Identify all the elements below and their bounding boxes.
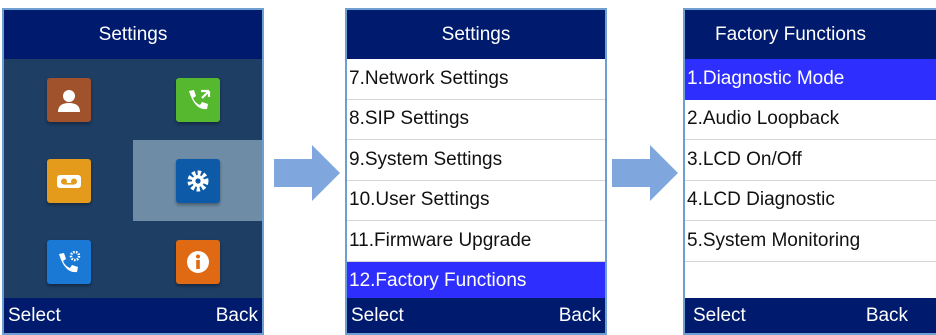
menu-item-empty: [685, 262, 936, 302]
select-softkey[interactable]: Select: [693, 305, 746, 327]
voicemail-icon: [46, 158, 91, 203]
menu-item-sip-settings[interactable]: 8.SIP Settings: [347, 100, 605, 140]
grid-cell-voicemail[interactable]: [4, 140, 133, 221]
menu-item-firmware-upgrade[interactable]: 11.Firmware Upgrade: [347, 221, 605, 262]
factory-functions-list: 1.Diagnostic Mode 2.Audio Loopback 3.LCD…: [685, 59, 936, 302]
settings-menu-list: 7.Network Settings 8.SIP Settings 9.Syst…: [347, 59, 605, 302]
softkey-bar: Select Back: [4, 298, 262, 333]
settings-icon-screen: Settings Select Back: [2, 8, 264, 335]
softkey-bar: Select Back: [347, 298, 605, 333]
settings-gear-icon: [175, 158, 220, 203]
softkey-bar: Select Back: [685, 298, 936, 333]
menu-item-lcd-diagnostic[interactable]: 4.LCD Diagnostic: [685, 181, 936, 221]
menu-item-diagnostic-mode[interactable]: 1.Diagnostic Mode: [685, 59, 936, 100]
right-arrow-icon: [274, 145, 340, 201]
info-icon: [175, 239, 220, 284]
grid-cell-call-settings[interactable]: [4, 221, 133, 302]
settings-menu-screen: Settings 7.Network Settings 8.SIP Settin…: [345, 8, 607, 335]
call-settings-icon: [46, 239, 91, 284]
screen-title: Settings: [347, 10, 605, 59]
back-softkey[interactable]: Back: [559, 305, 601, 327]
app-icon-grid: [4, 59, 262, 298]
menu-item-factory-functions[interactable]: 12.Factory Functions: [347, 261, 605, 302]
right-arrow-icon: [612, 145, 678, 201]
screen-title: Settings: [4, 10, 262, 59]
factory-functions-screen: Factory Functions 1.Diagnostic Mode 2.Au…: [683, 8, 936, 335]
grid-cell-contacts[interactable]: [4, 59, 133, 140]
grid-cell-settings[interactable]: [133, 140, 262, 221]
grid-cell-call-history[interactable]: [133, 59, 262, 140]
menu-item-lcd-on-off[interactable]: 3.LCD On/Off: [685, 140, 936, 181]
screen-title: Factory Functions: [685, 10, 936, 59]
back-softkey[interactable]: Back: [216, 305, 258, 327]
select-softkey[interactable]: Select: [8, 305, 61, 327]
grid-cell-info[interactable]: [133, 221, 262, 302]
menu-item-audio-loopback[interactable]: 2.Audio Loopback: [685, 100, 936, 140]
menu-item-user-settings[interactable]: 10.User Settings: [347, 181, 605, 221]
menu-item-network-settings[interactable]: 7.Network Settings: [347, 59, 605, 100]
call-history-icon: [175, 77, 220, 122]
contacts-icon: [46, 77, 91, 122]
menu-item-system-settings[interactable]: 9.System Settings: [347, 140, 605, 181]
select-softkey[interactable]: Select: [351, 305, 404, 327]
menu-item-system-monitoring[interactable]: 5.System Monitoring: [685, 221, 936, 262]
back-softkey[interactable]: Back: [866, 305, 908, 327]
